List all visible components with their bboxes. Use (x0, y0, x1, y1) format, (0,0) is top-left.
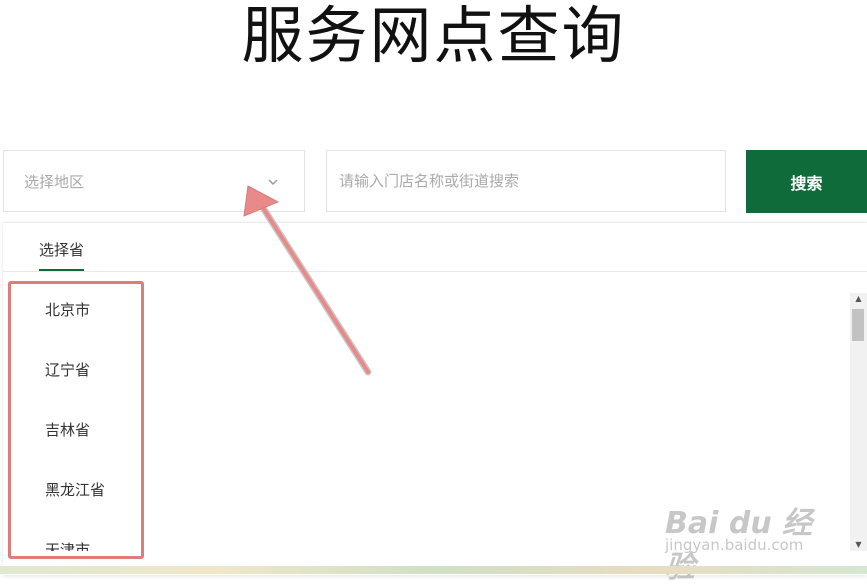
tab-bar: 选择省 (3, 223, 867, 272)
scroll-down-icon[interactable]: ▼ (850, 539, 867, 551)
region-select[interactable]: 选择地区 (3, 150, 305, 212)
baidu-watermark: Bai du 经验 jingyan.baidu.com (665, 478, 835, 585)
page-title: 服务网点查询 (241, 0, 626, 72)
map-background-strip (0, 566, 867, 574)
search-button[interactable]: 搜索 (746, 150, 867, 213)
chevron-down-icon (268, 179, 278, 186)
region-select-placeholder: 选择地区 (24, 173, 85, 191)
search-input[interactable] (326, 150, 726, 212)
dropdown-scrollbar[interactable]: ▲ ▼ (850, 293, 867, 551)
annotation-highlight-box (8, 281, 144, 559)
scroll-up-icon[interactable]: ▲ (850, 293, 867, 305)
watermark-url: jingyan.baidu.com (665, 536, 804, 554)
scroll-thumb[interactable] (852, 309, 864, 341)
tab-select-province[interactable]: 选择省 (39, 223, 85, 271)
